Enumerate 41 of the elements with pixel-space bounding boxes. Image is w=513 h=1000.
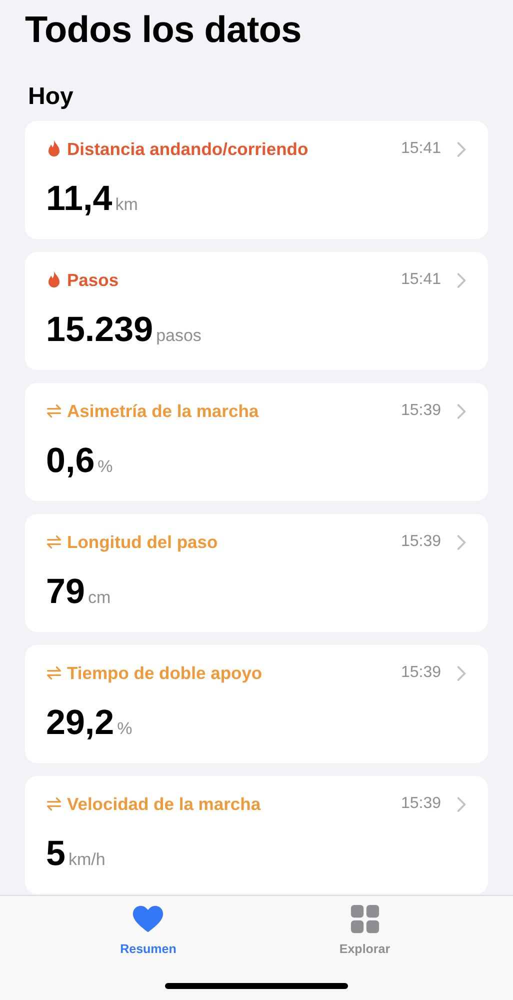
- metric-value: 29,2: [46, 703, 114, 743]
- metric-time: 15:39: [400, 664, 441, 682]
- metric-unit: %: [117, 719, 132, 739]
- metric-value: 11,4: [46, 179, 112, 219]
- metric-unit: %: [98, 457, 113, 477]
- metric-value: 79: [46, 572, 85, 612]
- metric-label: Distancia andando/corriendo: [67, 138, 310, 160]
- metric-time: 15:39: [400, 795, 441, 813]
- metric-value: 15.239: [46, 310, 154, 350]
- heart-icon[interactable]: [132, 904, 164, 934]
- metric-card[interactable]: Velocidad de la marcha 15:39 5 km/h: [25, 776, 488, 894]
- chevron-icon: [457, 272, 466, 288]
- metric-value: 0,6: [46, 441, 95, 481]
- metric-unit: cm: [88, 588, 111, 608]
- metric-card[interactable]: Tiempo de doble apoyo 15:39 29,2%: [25, 645, 488, 763]
- tab-label[interactable]: Resumen: [120, 942, 176, 956]
- section-heading: Hoy: [28, 82, 74, 112]
- metric-unit: pasos: [156, 326, 202, 346]
- chevron-icon: [457, 404, 466, 418]
- metric-label: Asimetría de la marcha: [67, 400, 260, 422]
- metric-time: 15:41: [400, 271, 441, 289]
- metric-card[interactable]: Distancia andando/corriendo 15:41 11,4 km: [25, 121, 488, 239]
- chevron-icon: [457, 666, 466, 680]
- metric-value: 5: [46, 834, 66, 874]
- metric-unit: km: [115, 195, 138, 215]
- metric-time: 15:39: [400, 533, 441, 551]
- metric-card[interactable]: Pasos 15:41 15.239 pasos: [25, 252, 488, 370]
- metric-unit: km/h: [68, 850, 106, 870]
- metric-time: 15:39: [400, 402, 441, 420]
- metric-label: Longitud del paso: [67, 532, 219, 552]
- chevron-icon: [457, 142, 466, 156]
- chevron-icon: [457, 796, 466, 812]
- metric-label: Pasos: [67, 270, 120, 290]
- metric-card[interactable]: Longitud del paso 15:39 79 cm: [25, 514, 488, 632]
- grid-icon[interactable]: [348, 904, 381, 934]
- metric-label: Velocidad de la marcha: [67, 794, 262, 814]
- chevron-icon: [457, 534, 466, 550]
- page-title: Todos los datos: [25, 8, 302, 52]
- metric-time: 15:41: [400, 140, 441, 158]
- metric-card[interactable]: Asimetría de la marcha 15:39 0,6%: [25, 383, 488, 501]
- metric-label: Tiempo de doble apoyo: [67, 662, 264, 684]
